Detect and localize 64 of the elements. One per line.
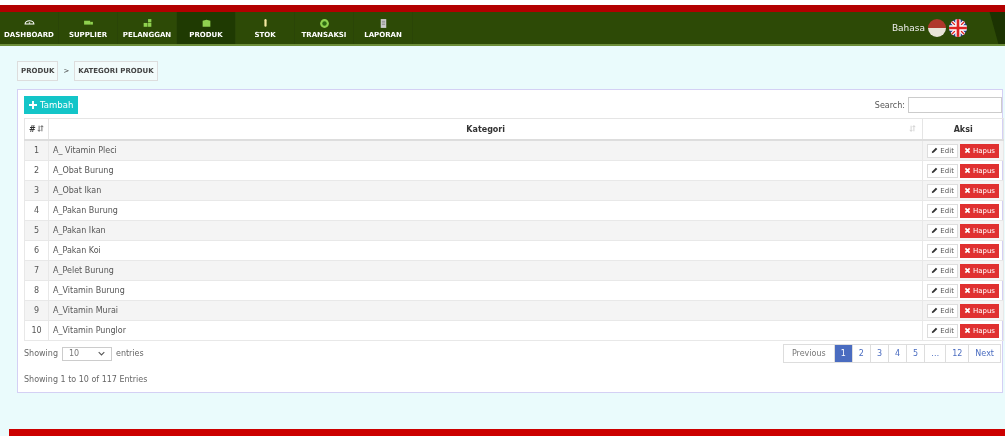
- pencil-icon: [931, 327, 939, 334]
- table-cell: A_Vitamin Punglor: [48, 320, 923, 341]
- table-cell: A_Obat Burung: [48, 160, 923, 181]
- plus-icon: [29, 101, 37, 109]
- uk-flag-icon[interactable]: [949, 19, 967, 37]
- table-cell: A_Vitamin Burung: [48, 280, 923, 301]
- page-link[interactable]: Next: [969, 345, 1000, 362]
- close-icon: [963, 207, 971, 214]
- page-link[interactable]: 2: [852, 345, 871, 362]
- close-icon: [963, 267, 971, 274]
- page-link[interactable]: …: [925, 345, 947, 362]
- table-cell: 3: [24, 180, 49, 201]
- blocks-icon: [141, 17, 153, 29]
- table-cell: 2: [24, 160, 49, 181]
- close-icon: [963, 247, 971, 254]
- pencil-icon: [931, 267, 939, 274]
- page-link[interactable]: 4: [889, 345, 908, 362]
- close-icon: [963, 287, 971, 294]
- pencil-icon: [931, 167, 939, 174]
- search-field[interactable]: [908, 97, 1002, 113]
- table-cell: 7: [24, 260, 49, 281]
- pencil-icon: [931, 287, 939, 294]
- table-cell: A_Obat Ikan: [48, 180, 923, 201]
- close-icon: [963, 227, 971, 234]
- table-cell: A_Pakan Ikan: [48, 220, 923, 241]
- chevron-icon: [97, 351, 105, 356]
- table-cell: 8: [24, 280, 49, 301]
- page-link[interactable]: 5: [907, 345, 926, 362]
- pencil-icon: [931, 207, 939, 214]
- table-cell: A_Pakan Burung: [48, 200, 923, 221]
- length-label: entries: [115, 349, 144, 358]
- table-cell: 4: [24, 200, 49, 221]
- page-link[interactable]: Previous: [783, 345, 835, 362]
- pencil-icon: [931, 227, 939, 234]
- indonesia-flag-icon[interactable]: [928, 19, 946, 37]
- coin-icon: [318, 17, 330, 29]
- pencil-icon: [931, 307, 939, 314]
- table-cell: A_Vitamin Murai: [48, 300, 923, 321]
- table-cell: A_ Vitamin Pleci: [48, 140, 923, 161]
- sort-icon: [36, 124, 44, 132]
- close-icon: [963, 167, 971, 174]
- close-icon: [963, 187, 971, 194]
- table-cell: 6: [24, 240, 49, 261]
- table-cell: 10: [24, 320, 49, 341]
- close-icon: [963, 327, 971, 334]
- pencil-icon: [931, 247, 939, 254]
- pencil-icon: [931, 147, 939, 154]
- page-length-select[interactable]: 10: [61, 346, 112, 361]
- close-icon: [963, 147, 971, 154]
- table-cell: 1: [24, 140, 49, 161]
- table-info: Showing 1 to 10 of 117 Entries: [24, 375, 149, 384]
- sort-icon: [909, 125, 917, 132]
- search-label: Search:: [874, 100, 905, 110]
- length-label: Showing: [24, 349, 58, 358]
- page-link[interactable]: 12: [946, 345, 970, 362]
- table-cell: A_Pelet Burung: [48, 260, 923, 281]
- table-cell: A_Pakan Koi: [48, 240, 923, 261]
- pencil-icon: [931, 187, 939, 194]
- page-link[interactable]: 3: [870, 345, 889, 362]
- language-label: Bahasa: [891, 23, 925, 33]
- close-icon: [963, 307, 971, 314]
- box-icon: [200, 17, 212, 29]
- table-cell: 9: [24, 300, 49, 321]
- table-cell: 5: [24, 220, 49, 241]
